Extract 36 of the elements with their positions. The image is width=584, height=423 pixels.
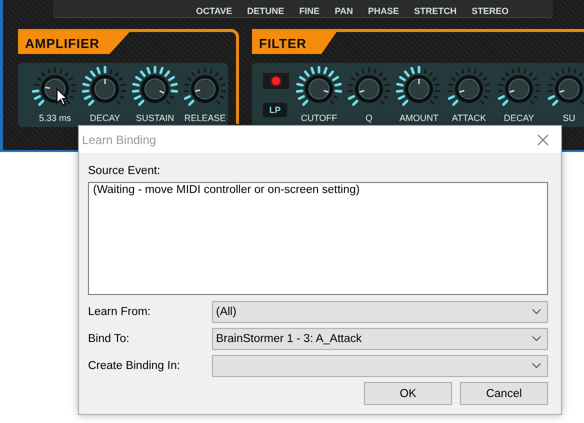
mouse-cursor-icon [56,88,68,106]
knob-label: ATTACK [452,113,486,123]
knob-label: DECAY [90,113,120,123]
panel-title: AMPLIFIER [18,32,130,54]
knob-label: SUSTAIN [136,113,174,123]
source-event-field[interactable]: (Waiting - move MIDI controller or on-screen setting) [88,182,548,295]
chevron-down-icon [532,336,541,342]
led-toggle[interactable] [262,72,290,90]
control-label: FINE [299,7,320,17]
control-label: OCTAVE [196,7,232,17]
knob-label: CUTOFF [300,113,338,123]
knob-label: RELEASE [184,113,226,123]
knob-label: SU [562,113,576,123]
filter-mode-button[interactable]: LP [262,102,288,118]
control-label: STRETCH [414,7,457,17]
control-label: PAN [334,7,354,17]
control-label: STEREO [472,7,509,17]
window-title: Learn Binding [82,132,156,146]
knob-label: DECAY [504,113,534,123]
close-icon[interactable] [537,134,549,146]
panel-title: FILTER [252,32,337,54]
chevron-down-icon [532,363,541,369]
knob-label: 5.33 ms [38,113,71,123]
knob-label: Q [365,113,372,123]
field-label: Bind To: [88,333,130,345]
knob-label: AMOUNT [400,113,438,123]
field-label: Create Binding In: [88,360,182,372]
control-label: DETUNE [247,7,284,17]
chevron-down-icon [532,309,541,315]
dropdown[interactable]: BrainStormer 1 - 3: A_Attack [212,328,548,350]
dropdown[interactable]: (All) [212,301,548,323]
dialog-button[interactable]: OK [364,382,452,405]
dialog-button[interactable]: Cancel [460,382,548,405]
control-label: PHASE [368,7,400,17]
field-label: Learn From: [88,306,152,318]
field-label: Source Event: [88,165,162,177]
